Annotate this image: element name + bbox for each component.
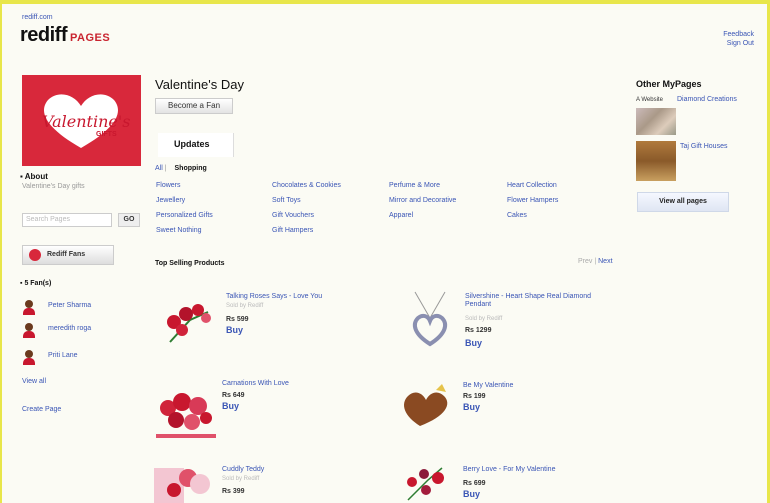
pager: Prev | Next — [578, 258, 613, 265]
go-button[interactable]: GO — [118, 213, 140, 227]
other-page-link[interactable]: Diamond Creations — [677, 96, 737, 103]
other-page-thumbnail[interactable] — [636, 108, 676, 135]
avatar — [22, 300, 36, 316]
product-name[interactable]: Berry Love - For My Valentine — [463, 466, 603, 474]
buy-button[interactable]: Buy — [222, 401, 239, 411]
product-seller: Sold by Rediff — [226, 303, 264, 309]
pendant-product-image[interactable] — [400, 290, 460, 350]
other-small-label: A Website — [636, 97, 663, 103]
avatar — [22, 323, 36, 339]
product-name[interactable]: Talking Roses Says - Love You — [226, 293, 366, 301]
pager-next[interactable]: Next — [598, 258, 612, 265]
rediff-fans-label: Rediff Fans — [47, 251, 86, 258]
subtabs: All | Shopping — [155, 165, 207, 172]
category-link[interactable]: Flower Hampers — [507, 197, 558, 204]
buy-button[interactable]: Buy — [226, 325, 243, 335]
product-name[interactable]: Silvershine - Heart Shape Real Diamond P… — [465, 293, 605, 309]
category-link[interactable]: Apparel — [389, 212, 413, 219]
category-link[interactable]: Gift Vouchers — [272, 212, 314, 219]
fans-icon — [29, 249, 41, 261]
valentines-gifts-banner: Valentine's GIFTS — [22, 75, 141, 166]
category-link[interactable]: Sweet Nothing — [156, 227, 202, 234]
category-link[interactable]: Chocolates & Cookies — [272, 182, 341, 189]
fan-name[interactable]: Peter Sharma — [48, 302, 91, 309]
about-heading: ▪ About — [20, 172, 48, 181]
sign-out-link[interactable]: Sign Out — [723, 39, 754, 48]
product-price: Rs 399 — [222, 488, 245, 495]
product-name[interactable]: Cuddly Teddy — [222, 466, 362, 474]
rediff-pages-logo[interactable]: rediff PAGES — [20, 24, 110, 47]
product-price: Rs 649 — [222, 392, 245, 399]
view-all-pages-button[interactable]: View all pages — [637, 192, 729, 212]
pager-prev[interactable]: Prev — [578, 258, 592, 265]
other-page-link[interactable]: Taj Gift Houses — [680, 143, 727, 150]
product-price: Rs 699 — [463, 480, 486, 487]
rediff-home-link[interactable]: rediff.com — [22, 14, 53, 21]
buy-button[interactable]: Buy — [463, 489, 480, 499]
product-price: Rs 599 — [226, 316, 249, 323]
category-link[interactable]: Heart Collection — [507, 182, 557, 189]
product-name[interactable]: Carnations With Love — [222, 380, 362, 388]
category-link[interactable]: Flowers — [156, 182, 181, 189]
logo-main: rediff — [20, 24, 68, 46]
category-link[interactable]: Gift Hampers — [272, 227, 313, 234]
create-page-link[interactable]: Create Page — [22, 406, 61, 413]
become-fan-button[interactable]: Become a Fan — [155, 98, 233, 114]
buy-button[interactable]: Buy — [465, 338, 482, 348]
top-selling-heading: Top Selling Products — [155, 260, 225, 267]
fans-heading: ▪ 5 Fan(s) — [20, 280, 52, 287]
subtab-divider: | — [164, 165, 167, 172]
product-seller: Sold by Rediff — [222, 476, 260, 482]
fan-name[interactable]: meredith roga — [48, 325, 91, 332]
feedback-link[interactable]: Feedback — [723, 30, 754, 39]
category-link[interactable]: Jewellery — [156, 197, 185, 204]
view-all-fans-link[interactable]: View all — [22, 378, 46, 385]
banner-gifts: GIFTS — [96, 131, 117, 138]
banner-text: Valentine's — [42, 112, 131, 131]
category-link[interactable]: Mirror and Decorative — [389, 197, 456, 204]
header-links: Feedback Sign Out — [723, 30, 754, 48]
category-link[interactable]: Perfume & More — [389, 182, 440, 189]
avatar — [22, 350, 36, 366]
heart-chocolate-product-image[interactable] — [398, 380, 458, 440]
subtab-shopping[interactable]: Shopping — [175, 165, 207, 172]
tab-updates[interactable]: Updates — [158, 133, 234, 157]
other-mypages-heading: Other MyPages — [636, 79, 702, 89]
buy-button[interactable]: Buy — [463, 402, 480, 412]
product-price: Rs 199 — [463, 393, 486, 400]
page-title: Valentine's Day — [155, 77, 244, 92]
product-price: Rs 1299 — [465, 327, 492, 334]
roses-product-image[interactable] — [160, 292, 220, 352]
category-link[interactable]: Personalized Gifts — [156, 212, 213, 219]
product-name[interactable]: Be My Valentine — [463, 382, 603, 390]
about-text: Valentine's Day gifts — [22, 183, 85, 190]
subtab-all[interactable]: All — [155, 165, 163, 172]
category-link[interactable]: Soft Toys — [272, 197, 301, 204]
berry-love-product-image[interactable] — [398, 460, 458, 503]
logo-pages: PAGES — [70, 32, 111, 44]
product-seller: Sold by Rediff — [465, 316, 503, 322]
search-input[interactable]: Search Pages — [22, 213, 112, 227]
rediff-fans-button[interactable]: Rediff Fans — [22, 245, 114, 265]
other-page-thumbnail[interactable] — [636, 141, 676, 181]
teddy-product-image[interactable] — [152, 460, 212, 503]
carnations-product-image[interactable] — [156, 378, 216, 438]
fan-name[interactable]: Priti Lane — [48, 352, 78, 359]
category-link[interactable]: Cakes — [507, 212, 527, 219]
